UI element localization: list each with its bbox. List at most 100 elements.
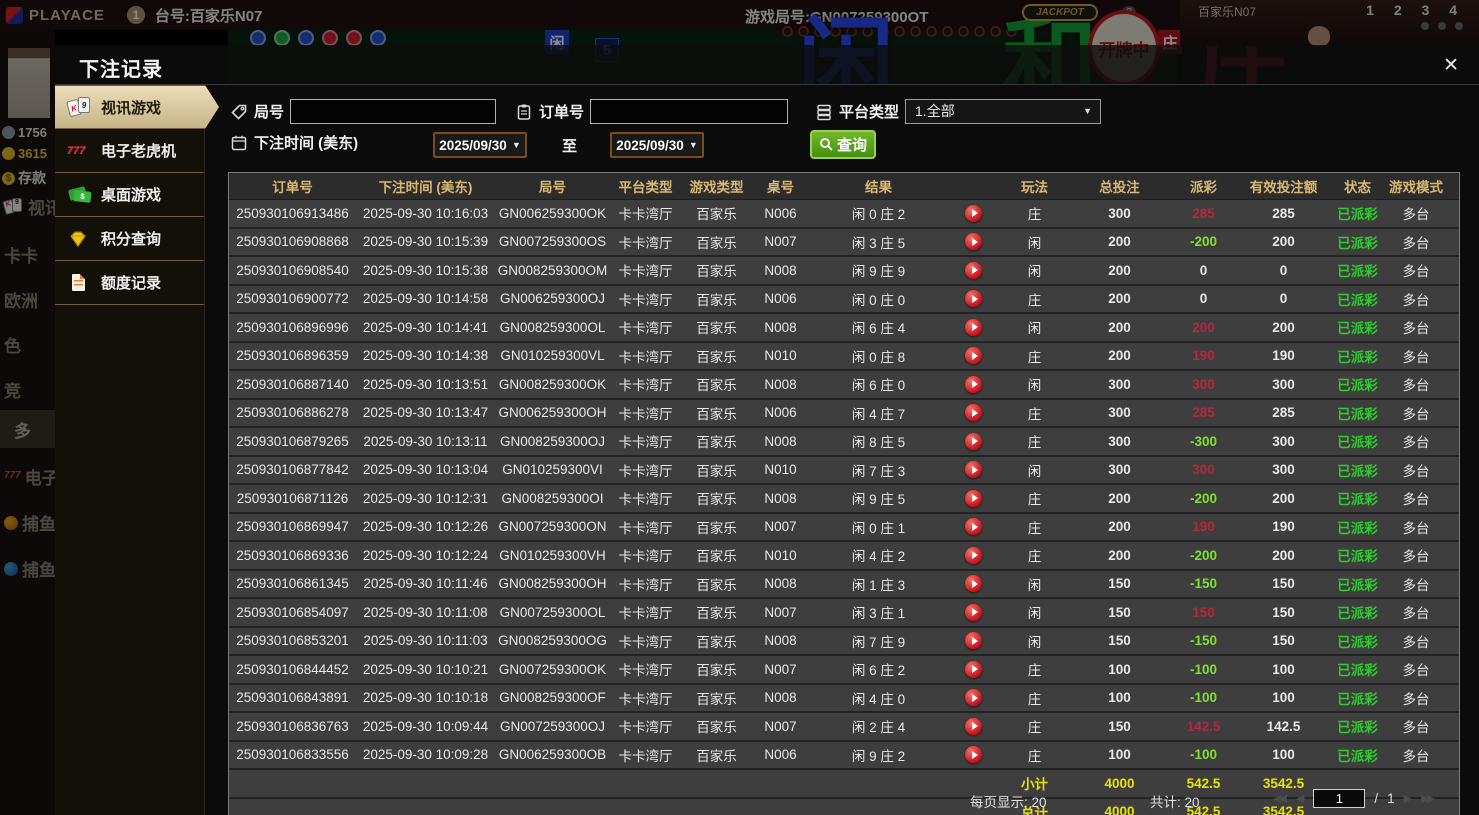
cell-bet: 300 <box>1108 376 1131 392</box>
menu-item-video-games[interactable]: K9 视讯游戏 <box>55 85 219 129</box>
replay-icon[interactable] <box>965 204 982 222</box>
replay-icon[interactable] <box>965 632 982 650</box>
cell-game: 百家乐 <box>696 520 737 536</box>
cell-time: 2025-09-30 10:15:38 <box>362 262 489 278</box>
cell-bet: 300 <box>1108 462 1131 478</box>
cell-mode: 多台 <box>1402 720 1430 736</box>
cell-valid: 300 <box>1272 462 1295 478</box>
cell-game: 百家乐 <box>696 549 737 565</box>
cell-type: 闲 <box>1027 235 1042 251</box>
replay-icon[interactable] <box>965 689 982 707</box>
cell-play <box>948 457 999 484</box>
cell-game: 百家乐 <box>696 492 737 508</box>
cell-result: 闲 0 庄 1 <box>851 520 906 536</box>
cell-type: 庄 <box>1027 520 1042 536</box>
replay-icon[interactable] <box>965 489 982 507</box>
replay-icon[interactable] <box>965 575 982 593</box>
cell-round: GN008259300OJ <box>499 433 606 449</box>
replay-icon[interactable] <box>965 404 982 422</box>
cell-round: GN008259300OH <box>498 576 607 592</box>
cell-valid: 100 <box>1272 747 1295 763</box>
date-from-picker[interactable]: 2025/09/30 <box>433 132 527 158</box>
cell-table: N008 <box>764 633 797 649</box>
close-icon[interactable]: ✕ <box>1443 54 1459 77</box>
cell-mode: 多台 <box>1402 235 1430 251</box>
cell-platform: 卡卡湾厅 <box>618 634 673 650</box>
cell-round: GN007259300OK <box>498 661 607 677</box>
cell-play <box>948 713 999 740</box>
replay-icon[interactable] <box>965 518 982 536</box>
order-id-label: 订单号 <box>539 104 585 121</box>
cell-play <box>948 514 999 541</box>
cell-payout: -100 <box>1189 747 1218 763</box>
replay-icon[interactable] <box>965 233 982 251</box>
order-id-input[interactable] <box>590 99 789 124</box>
cell-mode: 多台 <box>1402 663 1430 679</box>
cell-order: 250930106871126 <box>236 490 349 506</box>
cell-order: 250930106886278 <box>236 405 349 421</box>
table-footer: 每页显示: 20 共计: 20 ◀◀ ◀ 1 / 1 ▶ ▶▶ <box>228 788 1460 812</box>
replay-icon[interactable] <box>965 461 982 479</box>
cell-status: 已派彩 <box>1337 292 1378 308</box>
cell-payout: 142.5 <box>1186 718 1221 734</box>
cell-game: 百家乐 <box>696 349 737 365</box>
cell-table: N008 <box>764 690 797 706</box>
page-input[interactable]: 1 <box>1313 789 1366 808</box>
cell-status: 已派彩 <box>1337 378 1378 394</box>
cell-game: 百家乐 <box>696 207 737 223</box>
cell-status: 已派彩 <box>1337 691 1378 707</box>
replay-icon[interactable] <box>965 290 982 308</box>
round-id-input[interactable] <box>290 99 497 124</box>
cell-game: 百家乐 <box>696 606 737 622</box>
menu-item-table-games[interactable]: $ 桌面游戏 <box>55 173 204 217</box>
cell-status: 已派彩 <box>1337 577 1378 593</box>
cell-payout: -200 <box>1189 234 1218 250</box>
cell-time: 2025-09-30 10:13:04 <box>362 462 489 478</box>
cell-game: 百家乐 <box>696 663 737 679</box>
replay-icon[interactable] <box>965 375 982 393</box>
cell-round: GN007259300OJ <box>499 718 606 734</box>
table-body: 250930106913486 2025-09-30 10:16:03 GN0062… <box>229 200 1459 770</box>
cell-bet: 150 <box>1108 576 1131 592</box>
cell-time: 2025-09-30 10:09:44 <box>362 718 489 734</box>
last-page-icon[interactable]: ▶▶ <box>1421 792 1435 805</box>
table-row: 250930106913486 2025-09-30 10:16:03 GN0062… <box>229 200 1459 229</box>
menu-item-points-query[interactable]: 积分查询 <box>55 217 204 261</box>
table-row: 250930106877842 2025-09-30 10:13:04 GN0102… <box>229 456 1459 485</box>
bet-records-modal: 下注记录 ✕ K9 视讯游戏 777 电子老虎机 $ 桌面游戏 积分查询 额度记… <box>55 45 1479 815</box>
replay-icon[interactable] <box>965 546 982 564</box>
cell-status: 已派彩 <box>1337 264 1378 280</box>
cell-valid: 0 <box>1279 291 1288 307</box>
cell-platform: 卡卡湾厅 <box>618 292 673 308</box>
cell-type: 闲 <box>1027 634 1042 650</box>
menu-item-slots[interactable]: 777 电子老虎机 <box>55 129 204 173</box>
cell-round: GN010259300VL <box>500 348 605 364</box>
table-row: 250930106843891 2025-09-30 10:10:18 GN0082… <box>229 684 1459 713</box>
replay-icon[interactable] <box>965 261 982 279</box>
cell-result: 闲 8 庄 5 <box>851 435 906 451</box>
next-page-icon[interactable]: ▶ <box>1404 792 1412 805</box>
prev-page-icon[interactable]: ◀ <box>1296 792 1304 805</box>
platform-type-select[interactable]: 1.全部 <box>905 99 1102 124</box>
search-button[interactable]: 查询 <box>810 130 876 159</box>
cell-result: 闲 1 庄 3 <box>851 577 906 593</box>
replay-icon[interactable] <box>965 660 982 678</box>
first-page-icon[interactable]: ◀◀ <box>1273 792 1287 805</box>
date-to-picker[interactable]: 2025/09/30 <box>610 132 704 158</box>
menu-item-credit-records[interactable]: 额度记录 <box>55 261 204 305</box>
cell-platform: 卡卡湾厅 <box>618 720 673 736</box>
replay-icon[interactable] <box>965 603 982 621</box>
replay-icon[interactable] <box>965 746 982 764</box>
cell-round: GN007259300ON <box>498 519 607 535</box>
replay-icon[interactable] <box>965 432 982 450</box>
modal-body: K9 视讯游戏 777 电子老虎机 $ 桌面游戏 积分查询 额度记录 局号 订单… <box>55 85 1479 815</box>
cell-bet: 100 <box>1108 661 1131 677</box>
replay-icon[interactable] <box>965 717 982 735</box>
per-page-label: 每页显示: 20 <box>970 795 1047 810</box>
cell-time: 2025-09-30 10:09:28 <box>362 747 489 763</box>
replay-icon[interactable] <box>965 318 982 336</box>
replay-icon[interactable] <box>965 347 982 365</box>
cell-bet: 200 <box>1108 519 1131 535</box>
cell-order: 250930106908868 <box>236 234 349 250</box>
cell-type: 庄 <box>1027 748 1042 764</box>
